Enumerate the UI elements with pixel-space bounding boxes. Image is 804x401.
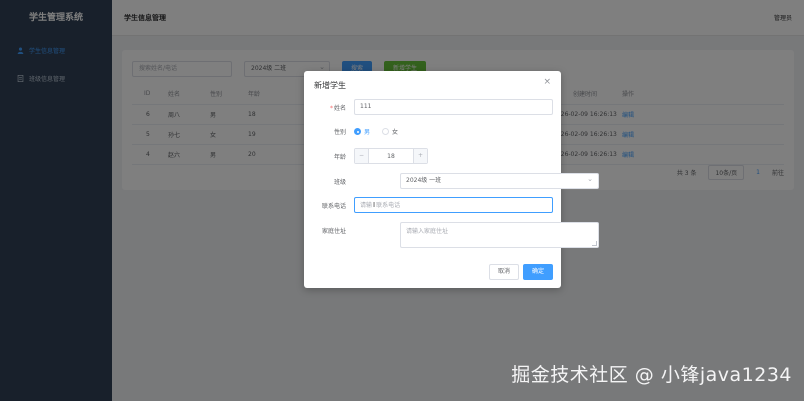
age-stepper: − 18 + (354, 148, 428, 164)
placeholder-text: 联系电话 (376, 202, 401, 209)
gender-male-radio[interactable]: 男 (354, 127, 370, 136)
address-label: 家庭住址 (321, 228, 346, 235)
text-cursor-icon: I (373, 201, 376, 209)
form-row-age: 年龄 − 18 + (304, 148, 561, 164)
address-textarea[interactable]: 请输入家庭住址 (400, 222, 599, 248)
age-increment-button[interactable]: + (413, 149, 427, 163)
form-row-phone: 联系电话 请输I联系电话 (304, 197, 561, 213)
class-select[interactable]: 2024级 一班 (400, 172, 599, 189)
phone-input[interactable]: 请输I联系电话 (354, 197, 553, 213)
age-control: − 18 + (354, 148, 553, 164)
radio-label: 男 (364, 128, 371, 136)
name-input[interactable]: 111 (354, 99, 553, 115)
gender-label: 性别 (333, 128, 346, 136)
form-row-gender: 性别 男 女 (304, 123, 561, 139)
name-label: *姓名 (329, 104, 346, 112)
form-row-class: 班级 2024级 一班 (304, 172, 599, 189)
gender-radio-group: 男 女 (354, 127, 553, 136)
required-mark: * (329, 104, 333, 112)
dialog-title: 新增学生 (314, 81, 346, 90)
add-student-dialog: 新增学生 × *姓名 111 性别 男 女 年龄 − 18 + 班级 2024级… (304, 71, 599, 288)
radio-label: 女 (392, 128, 399, 136)
watermark: 掘金技术社区 @ 小锋java1234 (511, 364, 792, 386)
radio-checked-icon (354, 127, 361, 135)
gender-female-radio[interactable]: 女 (382, 127, 398, 136)
radio-unchecked-icon (382, 127, 390, 135)
form-row-name: *姓名 111 (304, 99, 561, 115)
age-label: 年龄 (333, 153, 346, 161)
placeholder-text: 请输 (360, 202, 373, 209)
form-row-address: 家庭住址 请输入家庭住址 (304, 222, 599, 248)
class-label: 班级 (333, 178, 346, 186)
phone-label: 联系电话 (321, 202, 346, 210)
cancel-button[interactable]: 取消 (489, 264, 519, 280)
age-decrement-button[interactable]: − (355, 149, 369, 163)
confirm-button[interactable]: 确定 (523, 264, 553, 280)
age-value[interactable]: 18 (369, 153, 413, 160)
close-icon[interactable]: × (543, 77, 551, 87)
